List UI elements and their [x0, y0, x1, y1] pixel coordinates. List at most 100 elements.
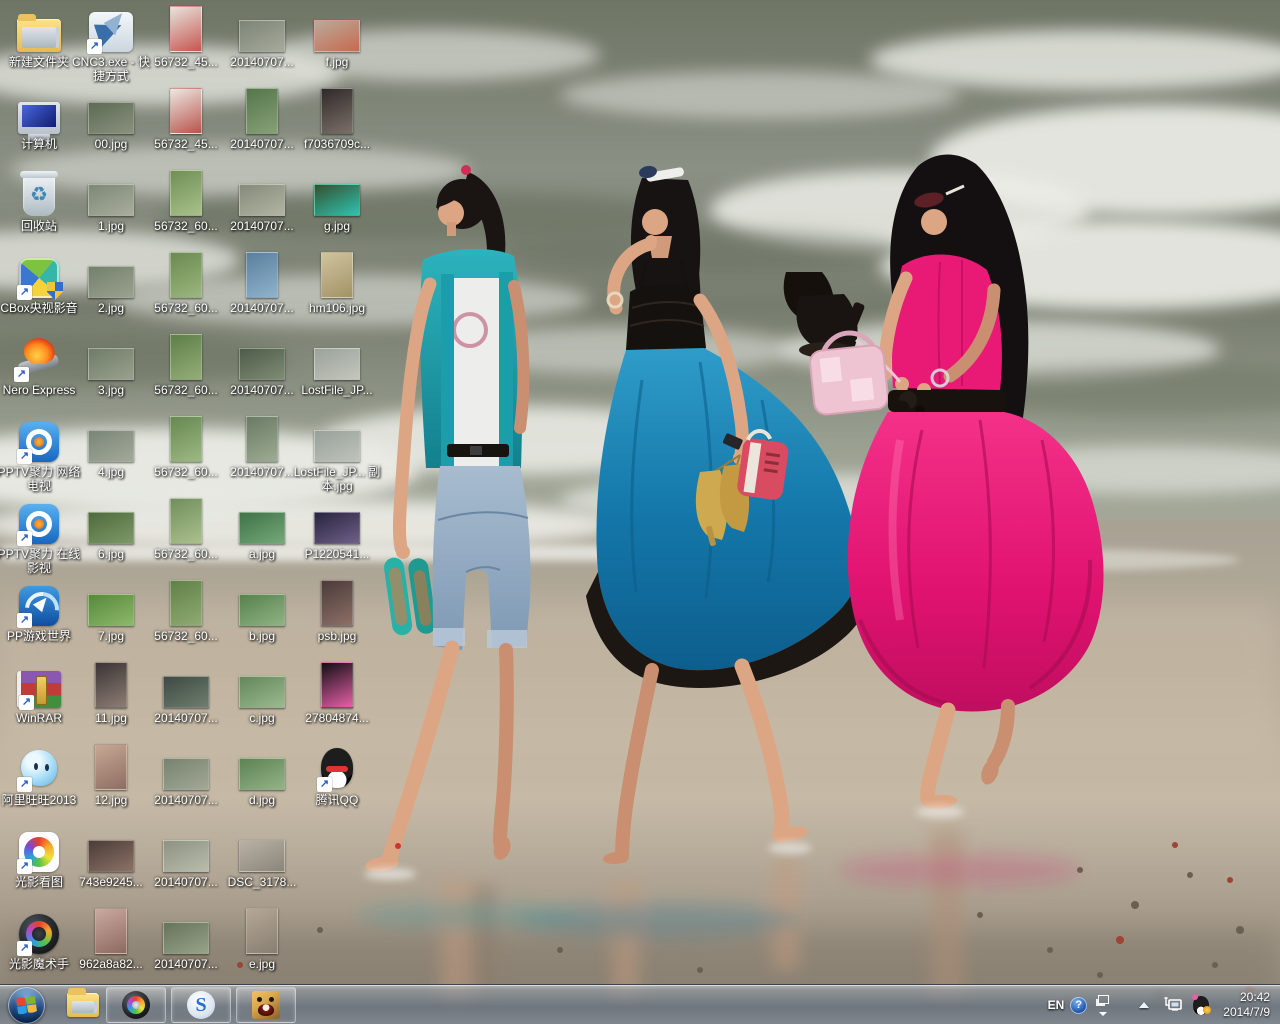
- qq-icon: [319, 746, 355, 790]
- photo-thumbnail-icon: [246, 88, 278, 134]
- desktop-icon[interactable]: 光影看图: [3, 824, 75, 889]
- desktop-icon[interactable]: 6.jpg: [75, 496, 147, 561]
- desktop-icon[interactable]: 20140707...: [226, 414, 298, 479]
- desktop-icon[interactable]: 20140707...: [150, 906, 222, 971]
- desktop-icon[interactable]: 4.jpg: [75, 414, 147, 479]
- desktop-icon[interactable]: g.jpg: [301, 168, 373, 233]
- desktop-icon[interactable]: a.jpg: [226, 496, 298, 561]
- desktop-icon[interactable]: LostFile_JP... 副本.jpg: [301, 414, 373, 493]
- chevron-down-icon: [1099, 1012, 1107, 1016]
- desktop-icon[interactable]: 962a8a82...: [75, 906, 147, 971]
- qq-tray-icon[interactable]: [1193, 996, 1209, 1015]
- desktop-icon[interactable]: 56732_60...: [150, 332, 222, 397]
- desktop-icon-label: psb.jpg: [293, 629, 381, 643]
- help-icon[interactable]: ?: [1070, 997, 1087, 1014]
- desktop-icon[interactable]: 7.jpg: [75, 578, 147, 643]
- desktop-icon[interactable]: 56732_45...: [150, 4, 222, 69]
- desktop-icon[interactable]: 56732_45...: [150, 86, 222, 151]
- photo-thumbnail-icon: [170, 6, 202, 52]
- desktop-icon[interactable]: 计算机: [3, 86, 75, 151]
- desktop-icon-label: DSC_3178...: [218, 875, 306, 889]
- desktop-icon[interactable]: LostFile_JP...: [301, 332, 373, 397]
- photo-thumbnail-icon: [163, 840, 209, 872]
- desktop-icon[interactable]: 光影魔术手: [3, 906, 75, 971]
- pptv-icon: [19, 422, 59, 462]
- taskbar-onepiece-button[interactable]: [236, 987, 296, 1023]
- desktop-icon[interactable]: 20140707...: [226, 4, 298, 69]
- desktop-icon[interactable]: 20140707...: [150, 742, 222, 807]
- language-bar-restore-icon[interactable]: [1093, 993, 1113, 1017]
- desktop-icon[interactable]: 2.jpg: [75, 250, 147, 315]
- shortcut-arrow-icon: [17, 449, 32, 464]
- desktop-icon[interactable]: PPTV聚力 网络电视: [3, 414, 75, 493]
- start-button[interactable]: [8, 987, 45, 1024]
- desktop-icon[interactable]: 56732_60...: [150, 250, 222, 315]
- network-glyph: [1163, 997, 1183, 1014]
- desktop-icon[interactable]: 56732_60...: [150, 168, 222, 233]
- desktop-icon[interactable]: 20140707...: [150, 824, 222, 889]
- desktop-icon[interactable]: 3.jpg: [75, 332, 147, 397]
- taskbar-sogou-button[interactable]: S: [171, 987, 231, 1023]
- desktop-icon-label: f.jpg: [293, 55, 381, 69]
- clock[interactable]: 20:42 2014/7/9: [1223, 990, 1270, 1020]
- desktop-icon[interactable]: 20140707...: [226, 168, 298, 233]
- desktop-icon[interactable]: 00.jpg: [75, 86, 147, 151]
- desktop-icon[interactable]: 1.jpg: [75, 168, 147, 233]
- desktop-icon[interactable]: 腾讯QQ: [301, 742, 373, 807]
- desktop-icon[interactable]: CBox央视影音: [3, 250, 75, 315]
- desktop-icon[interactable]: WinRAR: [3, 660, 75, 725]
- desktop-icon[interactable]: 56732_60...: [150, 496, 222, 561]
- network-icon[interactable]: [1163, 997, 1183, 1014]
- qq-flower-dot: [1192, 994, 1198, 1000]
- desktop-icon-label: P1220541...: [293, 547, 381, 561]
- desktop-icon[interactable]: hm106.jpg: [301, 250, 373, 315]
- desktop-icon[interactable]: PP游戏世界: [3, 578, 75, 643]
- photo-thumbnail-icon: [88, 266, 134, 298]
- photo-thumbnail-icon: [314, 512, 360, 544]
- desktop-icon[interactable]: e.jpg: [226, 906, 298, 971]
- desktop-icon[interactable]: 56732_60...: [150, 578, 222, 643]
- system-tray: EN ? 20:42 2014/7/9: [1042, 985, 1280, 1024]
- desktop-icon[interactable]: 新建文件夹: [3, 4, 75, 69]
- desktop-icon[interactable]: b.jpg: [226, 578, 298, 643]
- taskbar-explorer-button[interactable]: [67, 990, 101, 1020]
- desktop-icon-label: 56732_60...: [142, 301, 230, 315]
- desktop-icon[interactable]: d.jpg: [226, 742, 298, 807]
- desktop-icon[interactable]: CNC3.exe - 快捷方式: [75, 4, 147, 83]
- photo-thumbnail-icon: [321, 580, 353, 626]
- folder-icon: [17, 19, 61, 52]
- desktop-icon[interactable]: 56732_60...: [150, 414, 222, 479]
- desktop-icon[interactable]: f.jpg: [301, 4, 373, 69]
- desktop-icon-label: 腾讯QQ: [293, 793, 381, 807]
- desktop-icon[interactable]: 27804874...: [301, 660, 373, 725]
- desktop-icon[interactable]: 20140707...: [226, 250, 298, 315]
- shortcut-arrow-icon: [17, 285, 32, 300]
- desktop-icon[interactable]: P1220541...: [301, 496, 373, 561]
- photo-thumbnail-icon: [246, 252, 278, 298]
- desktop-icon[interactable]: 743e9245...: [75, 824, 147, 889]
- desktop-icon[interactable]: 20140707...: [150, 660, 222, 725]
- photo-thumbnail-icon: [239, 348, 285, 380]
- desktop-icon-label: LostFile_JP... 副本.jpg: [293, 465, 381, 493]
- winrar-icon: [17, 671, 61, 708]
- desktop-icon[interactable]: 12.jpg: [75, 742, 147, 807]
- desktop-icon[interactable]: DSC_3178...: [226, 824, 298, 889]
- desktop-icon[interactable]: 回收站: [3, 168, 75, 233]
- desktop-icon[interactable]: 20140707...: [226, 86, 298, 151]
- photo-thumbnail-icon: [314, 348, 360, 380]
- desktop-icon[interactable]: PPTV聚力 在线影视: [3, 496, 75, 575]
- desktop-icon[interactable]: c.jpg: [226, 660, 298, 725]
- clock-time: 20:42: [1223, 990, 1270, 1005]
- desktop-icon[interactable]: f7036709c...: [301, 86, 373, 151]
- language-indicator[interactable]: EN: [1042, 998, 1071, 1012]
- desktop-icon[interactable]: 11.jpg: [75, 660, 147, 725]
- desktop-icon-label: 56732_45...: [142, 55, 230, 69]
- desktop-icon[interactable]: 20140707...: [226, 332, 298, 397]
- desktop-icon[interactable]: 阿里旺旺2013: [3, 742, 75, 807]
- taskbar-photo-viewer-button[interactable]: [106, 987, 166, 1023]
- desktop-icon[interactable]: Nero Express: [3, 332, 75, 397]
- show-hidden-icons-arrow[interactable]: [1139, 1002, 1149, 1008]
- photo-thumbnail-icon: [88, 184, 134, 216]
- desktop-icon[interactable]: psb.jpg: [301, 578, 373, 643]
- desktop-icon-label: LostFile_JP...: [293, 383, 381, 397]
